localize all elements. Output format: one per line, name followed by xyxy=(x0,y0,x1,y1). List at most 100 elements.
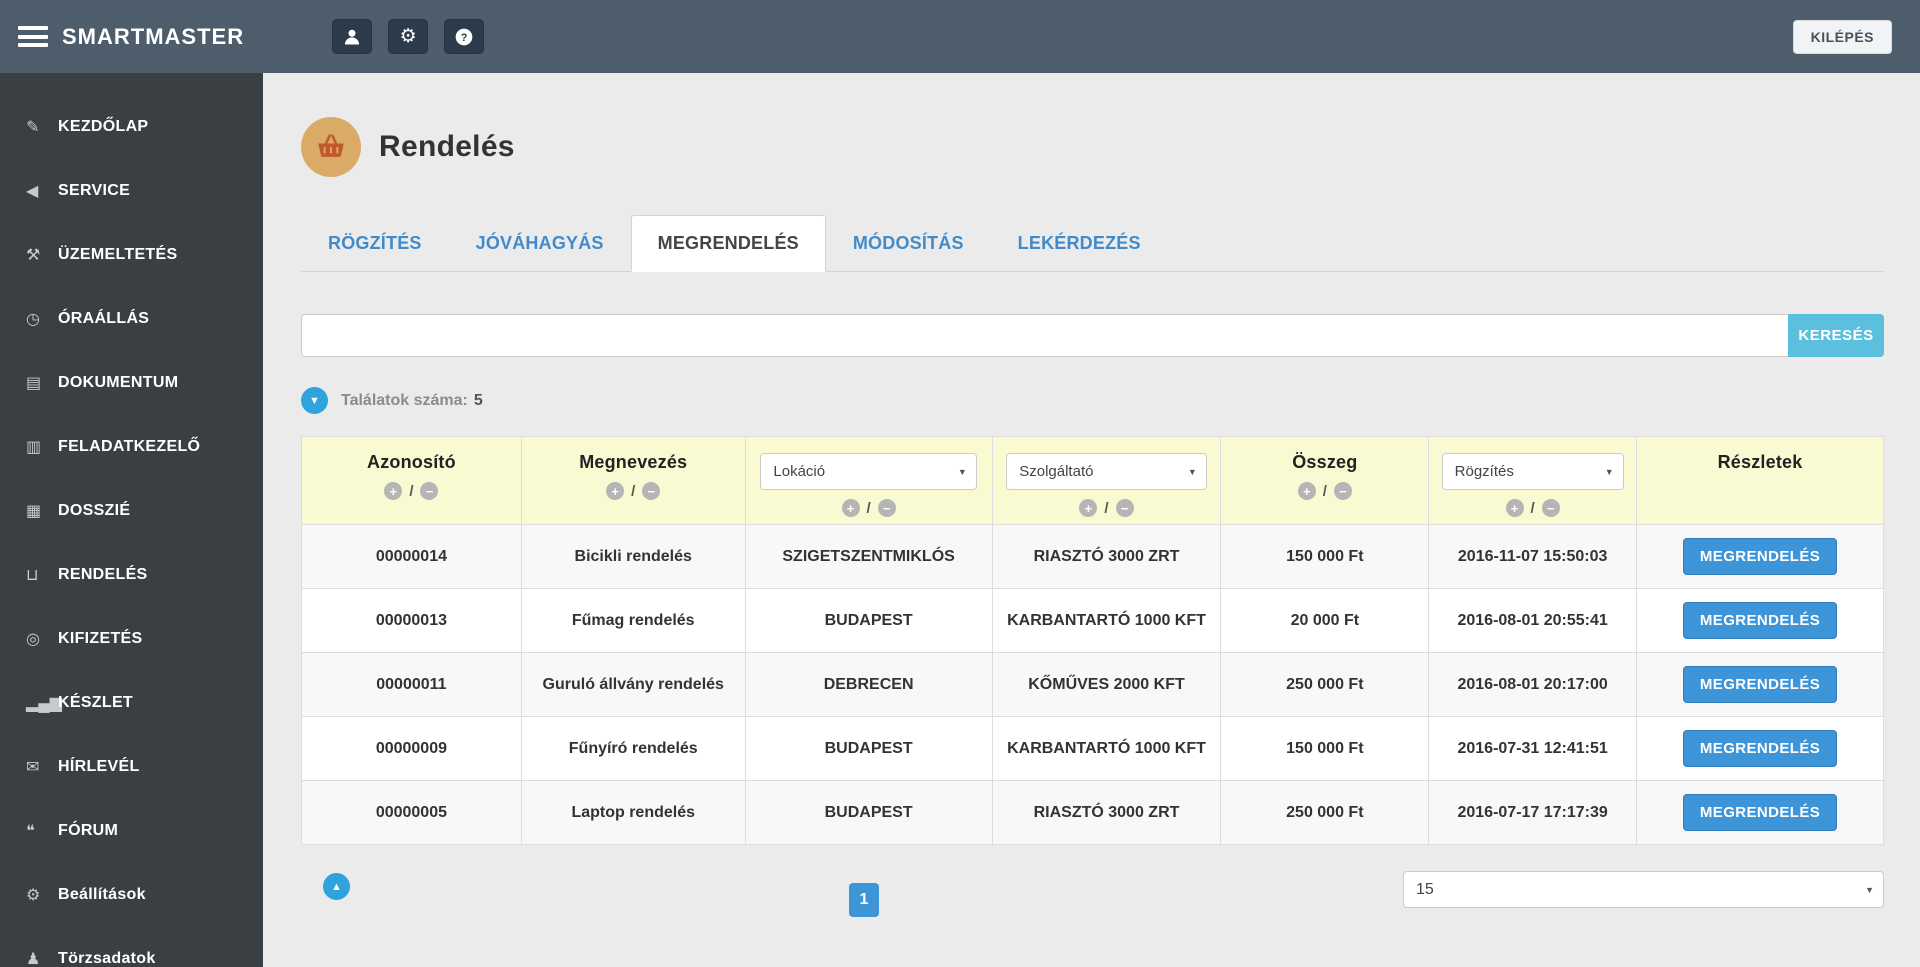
sidebar-item-dosszie[interactable]: ▦ DOSSZIÉ xyxy=(0,479,263,543)
order-id-cell: 00000014 xyxy=(301,524,522,589)
page-size-select[interactable]: 15 xyxy=(1403,871,1884,908)
sort-ascending-icon[interactable]: + xyxy=(1079,499,1098,517)
menu-icon[interactable] xyxy=(18,26,48,47)
column-label: Részletek xyxy=(1717,452,1803,472)
column-header-lokacio: Lokáció + / − xyxy=(744,436,993,525)
megrendeles-button[interactable]: MEGRENDELÉS xyxy=(1682,730,1838,767)
rogzites-filter-select[interactable]: Rögzítés xyxy=(1441,453,1624,490)
results-count: 5 xyxy=(473,391,483,409)
table-row: 00000005 Laptop rendelés BUDAPEST RIASZT… xyxy=(301,780,1884,845)
szolgaltato-filter-select[interactable]: Szolgáltató xyxy=(1006,453,1207,490)
sidebar-item-rendeles[interactable]: ⊔ RENDELÉS xyxy=(0,543,263,607)
search-button[interactable]: KERESÉS xyxy=(1788,314,1884,357)
cart-icon: ⊔ xyxy=(26,567,39,584)
sidebar-item-torzsadatok[interactable]: ♟ Törzsadatok xyxy=(0,927,263,967)
wrench-icon: ⚒ xyxy=(26,247,41,264)
sort-descending-icon[interactable]: − xyxy=(1115,499,1134,517)
order-details-cell: MEGRENDELÉS xyxy=(1636,716,1884,781)
orders-table: Azonosító + / − Megnevezés + / − Lokáció… xyxy=(301,436,1884,845)
order-details-cell: MEGRENDELÉS xyxy=(1636,588,1884,653)
search-input[interactable] xyxy=(301,314,1788,357)
order-amount-cell: 250 000 Ft xyxy=(1220,780,1430,845)
column-label: Összeg xyxy=(1292,452,1358,472)
sort-descending-icon[interactable]: − xyxy=(1333,482,1352,500)
app-brand: SMARTMASTER xyxy=(62,23,245,49)
settings-button[interactable]: ⚙ xyxy=(388,19,429,54)
order-name-cell: Bicikli rendelés xyxy=(520,524,746,589)
sidebar-item-kifizetes[interactable]: ◎ KIFIZETÉS xyxy=(0,607,263,671)
profile-button[interactable] xyxy=(332,19,373,54)
logout-button[interactable]: KILÉPÉS xyxy=(1792,19,1892,54)
sidebar-item-keszlet[interactable]: ▂▄▆ KÉSZLET xyxy=(0,671,263,735)
search-bar: KERESÉS xyxy=(301,314,1884,357)
order-recorded-cell: 2016-11-07 15:50:03 xyxy=(1428,524,1638,589)
order-amount-cell: 150 000 Ft xyxy=(1220,524,1430,589)
bar-chart-icon: ▂▄▆ xyxy=(26,695,62,712)
sort-descending-icon[interactable]: − xyxy=(1541,499,1560,517)
sort-descending-icon[interactable]: − xyxy=(420,482,439,500)
megrendeles-button[interactable]: MEGRENDELÉS xyxy=(1682,602,1838,639)
order-location-cell: BUDAPEST xyxy=(744,716,993,781)
sidebar-item-service[interactable]: ◀ SERVICE xyxy=(0,159,263,223)
envelope-icon: ✉ xyxy=(26,759,40,776)
megrendeles-button[interactable]: MEGRENDELÉS xyxy=(1682,666,1838,703)
pagination-page-1[interactable]: 1 xyxy=(849,883,879,917)
sort-ascending-icon[interactable]: + xyxy=(606,482,625,500)
page-title: Rendelés xyxy=(379,130,515,163)
tab-rogzites[interactable]: RÖGZÍTÉS xyxy=(301,215,449,272)
order-id-cell: 00000013 xyxy=(301,588,522,653)
results-label: Találatok száma: xyxy=(341,391,468,409)
svg-text:?: ? xyxy=(461,31,468,43)
tab-megrendeles[interactable]: MEGRENDELÉS xyxy=(630,215,826,272)
order-location-cell: BUDAPEST xyxy=(744,588,993,653)
user-icon xyxy=(345,29,360,44)
column-label: Azonosító xyxy=(367,452,456,472)
main-content: Rendelés RÖGZÍTÉS JÓVÁHAGYÁS MEGRENDELÉS… xyxy=(263,73,1920,967)
sort-controls: + / − xyxy=(1221,482,1428,500)
scroll-top-button[interactable]: ▲ xyxy=(323,873,350,900)
order-amount-cell: 250 000 Ft xyxy=(1220,652,1430,717)
order-name-cell: Guruló állvány rendelés xyxy=(520,652,746,717)
home-icon: ✎ xyxy=(26,119,40,136)
sidebar-item-feladatkezelo[interactable]: ▥ FELADATKEZELŐ xyxy=(0,415,263,479)
sort-ascending-icon[interactable]: + xyxy=(1297,482,1316,500)
sidebar-item-dokumentum[interactable]: ▤ DOKUMENTUM xyxy=(0,351,263,415)
sort-ascending-icon[interactable]: + xyxy=(841,499,860,517)
sidebar-item-hirlevel[interactable]: ✉ HÍRLEVÉL xyxy=(0,735,263,799)
order-id-cell: 00000009 xyxy=(301,716,522,781)
order-recorded-cell: 2016-08-01 20:55:41 xyxy=(1428,588,1638,653)
chevron-up-icon: ▲ xyxy=(331,880,342,893)
sort-ascending-icon[interactable]: + xyxy=(1505,499,1524,517)
sidebar-item-forum[interactable]: ❝ FÓRUM xyxy=(0,799,263,863)
megrendeles-button[interactable]: MEGRENDELÉS xyxy=(1682,538,1838,575)
tab-jovahagyas[interactable]: JÓVÁHAGYÁS xyxy=(449,215,631,272)
sort-descending-icon[interactable]: − xyxy=(877,499,896,517)
order-amount-cell: 20 000 Ft xyxy=(1220,588,1430,653)
help-button[interactable]: ? xyxy=(444,19,485,54)
lokacio-filter-select[interactable]: Lokáció xyxy=(760,453,977,490)
comment-icon: ❝ xyxy=(26,823,35,840)
sort-descending-icon[interactable]: − xyxy=(642,482,661,500)
column-header-azonosito: Azonosító + / − xyxy=(301,436,522,525)
sort-ascending-icon[interactable]: + xyxy=(384,482,403,500)
tab-lekerdezes[interactable]: LEKÉRDEZÉS xyxy=(991,215,1168,272)
megrendeles-button[interactable]: MEGRENDELÉS xyxy=(1682,794,1838,831)
chevron-down-icon: ▼ xyxy=(309,394,320,407)
tab-modositas[interactable]: MÓDOSÍTÁS xyxy=(826,215,991,272)
collapse-toggle-button[interactable]: ▼ xyxy=(301,387,328,414)
topbar: SMARTMASTER ⚙ ? KILÉPÉS xyxy=(0,0,1920,73)
order-provider-cell: KŐMŰVES 2000 KFT xyxy=(991,652,1222,717)
sidebar-item-oraallas[interactable]: ◷ ÓRAÁLLÁS xyxy=(0,287,263,351)
sidebar-item-kezdolap[interactable]: ✎ KEZDŐLAP xyxy=(0,95,263,159)
shopping-basket-icon xyxy=(318,134,344,157)
order-recorded-cell: 2016-08-01 20:17:00 xyxy=(1428,652,1638,717)
column-label: Megnevezés xyxy=(579,452,688,472)
order-details-cell: MEGRENDELÉS xyxy=(1636,780,1884,845)
sort-controls: + / − xyxy=(522,482,745,500)
table-row: 00000013 Fűmag rendelés BUDAPEST KARBANT… xyxy=(301,588,1884,653)
order-location-cell: DEBRECEN xyxy=(744,652,993,717)
sidebar-item-beallitasok[interactable]: ⚙ Beállítások xyxy=(0,863,263,927)
user-icon: ♟ xyxy=(26,951,41,967)
tasks-icon: ▥ xyxy=(26,439,42,456)
sidebar-item-uzemeltetes[interactable]: ⚒ ÜZEMELTETÉS xyxy=(0,223,263,287)
